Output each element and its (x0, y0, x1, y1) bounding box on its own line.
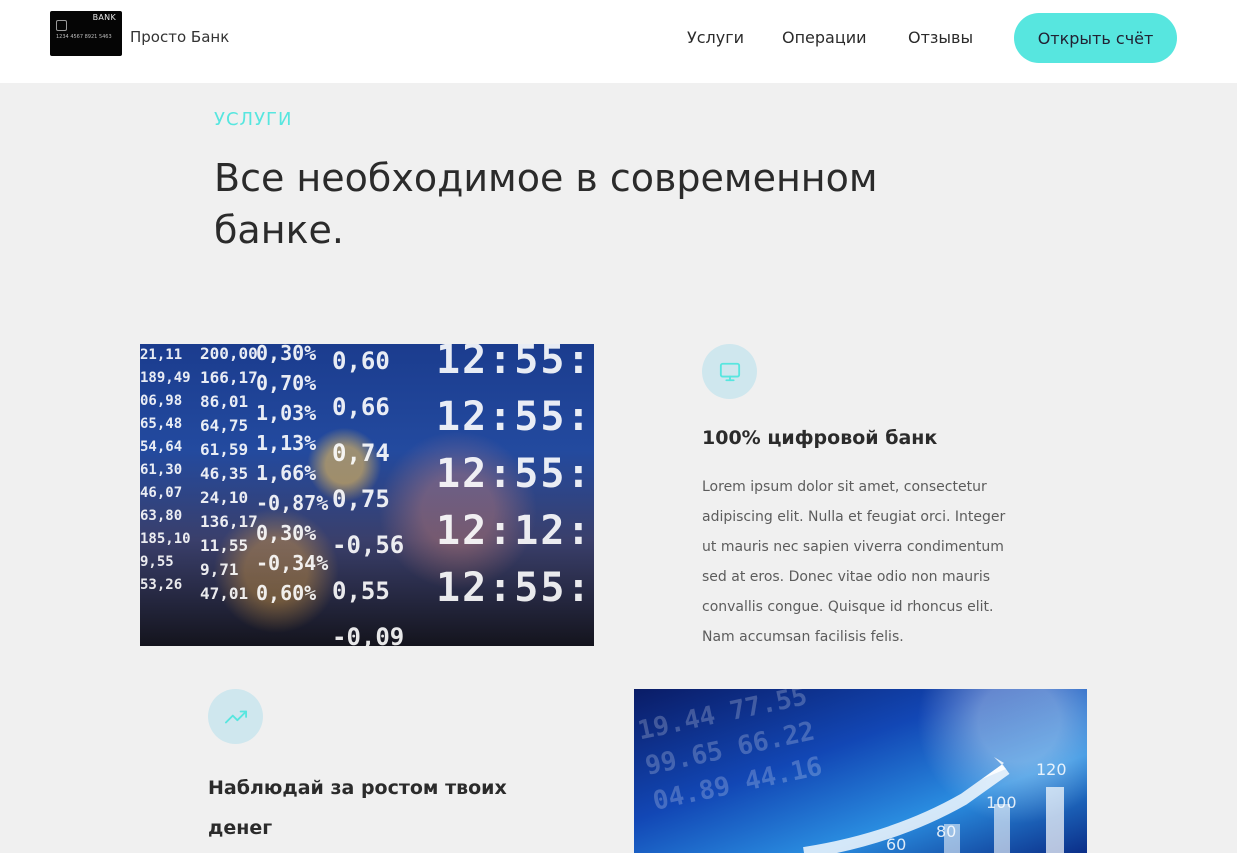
card-chip-icon (56, 20, 67, 31)
growth-chart-photo: 19.44 77.55 99.65 66.22 04.89 44.16 60 8… (634, 689, 1087, 853)
ticker-column: 21,11 189,49 06,98 65,48 54,64 61,30 46,… (140, 347, 191, 593)
feature-title-money-growth: Наблюдай за ростом твоих денег (208, 777, 507, 839)
nav-link-services[interactable]: Услуги (687, 28, 744, 47)
chart-label: 120 (1036, 760, 1067, 779)
brand-name-link[interactable]: Просто Банк (130, 28, 229, 46)
feature-description: Lorem ipsum dolor sit amet, consectetur … (702, 479, 1006, 645)
trending-up-icon (208, 689, 263, 744)
top-navbar: BANK 1234 4567 8921 5463 Просто Банк Усл… (0, 0, 1237, 83)
open-account-button[interactable]: Открыть счёт (1014, 13, 1177, 63)
growth-arrow-icon (803, 757, 1064, 853)
ticker-time-column: 12:55:2 12:55:1 12:55:1 12:12:0 12:55:5 (436, 344, 594, 611)
logo-bank-text: BANK (92, 13, 116, 22)
monitor-icon (702, 344, 757, 399)
ticker-column: 0,30% 0,70% 1,03% 1,13% 1,66% -0,87% 0,3… (256, 344, 329, 605)
chart-label: 80 (936, 822, 957, 841)
logo-card-number: 1234 4567 8921 5463 (56, 34, 112, 40)
feature-title-digital-bank: 100% цифровой банк (702, 427, 938, 449)
chart-label: 100 (986, 793, 1017, 812)
nav-link-operations[interactable]: Операции (782, 28, 867, 47)
section-eyebrow: УСЛУГИ (214, 109, 293, 130)
stock-board-photo: 21,11 189,49 06,98 65,48 54,64 61,30 46,… (140, 344, 594, 646)
chart-label: 60 (886, 835, 907, 853)
nav-link-reviews[interactable]: Отзывы (908, 28, 973, 47)
bank-card-logo[interactable]: BANK 1234 4567 8921 5463 (50, 11, 122, 56)
ticker-column: 0,60 0,66 0,74 0,75 -0,56 0,55 -0,09 (332, 347, 405, 646)
ticker-column: 200,00 166,17 86,01 64,75 61,59 46,35 24… (200, 344, 258, 603)
section-headline: Все необходимое в современном банке. (214, 156, 878, 252)
